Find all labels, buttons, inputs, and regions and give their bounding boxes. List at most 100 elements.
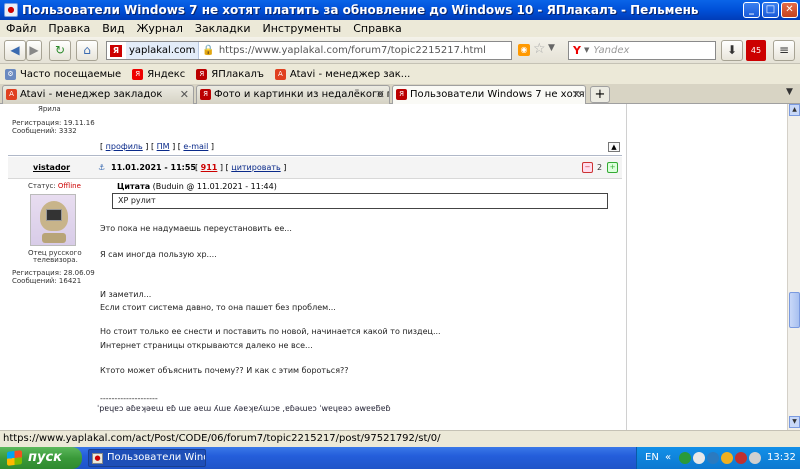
site-favicon-icon: Я <box>110 44 122 57</box>
bookmark-label: Часто посещаемые <box>20 68 122 80</box>
close-tab-icon[interactable]: ✕ <box>180 86 189 103</box>
avatar[interactable] <box>30 194 76 246</box>
taskbar-item-browser[interactable]: ● Пользователи Wind... <box>88 449 206 467</box>
system-tray: EN « 13:32 <box>636 447 800 469</box>
network-icon[interactable] <box>693 452 705 464</box>
bookmark-label: ЯПлакалъ <box>211 68 264 80</box>
email-link[interactable]: e-mail <box>183 142 208 151</box>
atavi-icon: A <box>6 89 17 100</box>
home-icon: ⌂ <box>83 43 91 57</box>
rating-down-icon[interactable]: − <box>582 162 593 173</box>
scroll-top-icon[interactable]: ▲ <box>608 142 620 152</box>
back-button[interactable]: ◀ <box>4 40 26 61</box>
avatar-body <box>42 233 66 243</box>
firefox-icon: ● <box>4 3 18 17</box>
home-button[interactable]: ⌂ <box>76 40 98 61</box>
rating-up-icon[interactable]: + <box>607 162 618 173</box>
menu-bar: Файл Правка Вид Журнал Закладки Инструме… <box>0 20 800 37</box>
post-username[interactable]: vistador <box>33 163 70 172</box>
post-line: Я сам иногда пользую хр.... <box>100 250 217 259</box>
tab-current-topic[interactable]: Я Пользователи Windows 7 не хотят пла...… <box>392 85 586 105</box>
post-line: Ктото может объяснить почему?? И как с э… <box>100 366 349 375</box>
close-tab-icon[interactable]: ✕ <box>572 86 581 103</box>
search-box[interactable]: Y ▼ Yandex <box>568 41 716 60</box>
quote-header: Цитата (Buduin @ 11.01.2021 - 11:44) <box>117 182 277 191</box>
clock[interactable]: 13:32 <box>767 447 796 469</box>
forward-arrow-icon: ▶ <box>29 43 39 57</box>
anchor-icon[interactable]: ⚓ <box>98 163 105 172</box>
menu-bookmarks[interactable]: Закладки <box>195 22 251 35</box>
tray-app-icon[interactable] <box>721 452 733 464</box>
back-arrow-icon: ◀ <box>10 43 20 57</box>
bookmark-label: Яндекс <box>147 68 186 80</box>
menu-view[interactable]: Вид <box>102 22 124 35</box>
tab-atavi[interactable]: A Atavi - менеджер закладок ✕ <box>2 85 194 104</box>
site-identity[interactable]: yaplakal.com <box>126 42 200 59</box>
post-line: Интернет страницы открываются далеко не … <box>100 341 313 350</box>
expand-tray-icon[interactable]: « <box>665 447 671 469</box>
profile-link[interactable]: профиль <box>106 142 143 151</box>
scroll-up-icon[interactable]: ▲ <box>789 104 800 116</box>
search-placeholder: Yandex <box>593 45 630 56</box>
tab-list-dropdown-icon[interactable]: ▼ <box>786 87 793 97</box>
volume-icon[interactable] <box>749 452 761 464</box>
yaplakal-icon: Я <box>396 89 407 100</box>
firefox-icon: ● <box>92 453 103 464</box>
user-status: Статус: Offline <box>28 182 81 190</box>
tray-app-icon[interactable] <box>735 452 747 464</box>
start-button[interactable]: пуск <box>0 447 82 469</box>
menu-tools[interactable]: Инструменты <box>263 22 342 35</box>
tab-strip: A Atavi - менеджер закладок ✕ Я Фото и к… <box>0 84 800 105</box>
pm-link[interactable]: ПМ <box>157 142 170 151</box>
menu-edit[interactable]: Правка <box>48 22 90 35</box>
language-indicator[interactable]: EN <box>645 447 659 469</box>
addon-badge-count: 45 <box>750 46 762 55</box>
bookmark-yandex[interactable]: Я Яндекс <box>132 68 186 80</box>
signature-divider: -------------------- <box>100 394 158 403</box>
post-rating: 2 <box>597 163 603 172</box>
close-tab-icon[interactable]: ✕ <box>376 86 385 103</box>
bookmark-yaplakal[interactable]: Я ЯПлакалъ <box>196 68 264 80</box>
reload-button[interactable]: ↻ <box>49 40 71 61</box>
tray-app-icon[interactable] <box>679 452 691 464</box>
minimize-button[interactable]: _ <box>743 2 760 18</box>
new-tab-button[interactable]: + <box>590 86 610 103</box>
bookmark-atavi[interactable]: A Atavi - менеджер зак... <box>274 68 410 80</box>
close-button[interactable]: ✕ <box>781 2 798 18</box>
dropdown-icon[interactable]: ▼ <box>548 43 555 53</box>
menu-file[interactable]: Файл <box>6 22 36 35</box>
gear-icon: ⚙ <box>5 68 16 80</box>
post-line: Это пока не надумаешь переустановить ее.… <box>100 224 292 233</box>
scrollbar-thumb[interactable] <box>789 292 800 328</box>
menu-hamburger-button[interactable]: ≡ <box>773 40 795 61</box>
prev-user-title: Ярила <box>38 105 61 113</box>
downloads-button[interactable]: ⬇ <box>721 40 743 61</box>
address-bar[interactable]: Я yaplakal.com 🔒 https://www.yaplakal.co… <box>106 41 512 60</box>
navigation-toolbar: ◀ ▶ ↻ ⌂ Я yaplakal.com 🔒 https://www.yap… <box>0 37 800 64</box>
reload-icon: ↻ <box>54 43 66 57</box>
vertical-scrollbar[interactable]: ▲ ▼ <box>787 104 800 430</box>
quote-link[interactable]: цитировать <box>231 163 280 172</box>
tray-app-icon[interactable] <box>707 452 719 464</box>
post-line: И заметил... <box>100 290 152 299</box>
yaplakal-icon: Я <box>196 68 208 80</box>
url-text[interactable]: https://www.yaplakal.com/forum7/topic221… <box>219 42 486 59</box>
quote-title: Цитата <box>117 182 151 191</box>
lock-icon[interactable]: 🔒 <box>202 42 214 59</box>
menu-history[interactable]: Журнал <box>137 22 183 35</box>
title-bar[interactable]: ● Пользователи Windows 7 не хотят платит… <box>0 0 800 20</box>
scroll-down-icon[interactable]: ▼ <box>789 416 800 428</box>
menu-help[interactable]: Справка <box>353 22 401 35</box>
forward-button[interactable]: ▶ <box>26 40 42 61</box>
bookmark-most-visited[interactable]: ⚙ Часто посещаемые <box>5 68 122 80</box>
search-engine-dropdown-icon[interactable]: ▼ <box>584 42 589 59</box>
post-number[interactable]: 911 <box>201 163 218 172</box>
yandex-icon: Я <box>132 68 144 80</box>
rss-icon[interactable]: ◉ <box>518 44 530 56</box>
quote-text: XP рулит <box>118 196 156 205</box>
addon-badge-icon[interactable]: 45 <box>746 40 766 61</box>
bookmark-star-icon[interactable]: ☆ <box>533 41 546 57</box>
maximize-button[interactable]: □ <box>762 2 779 18</box>
tab-photos[interactable]: Я Фото и картинки из недалёкого прошл...… <box>196 85 390 104</box>
yandex-search-icon[interactable]: Y <box>573 42 581 59</box>
